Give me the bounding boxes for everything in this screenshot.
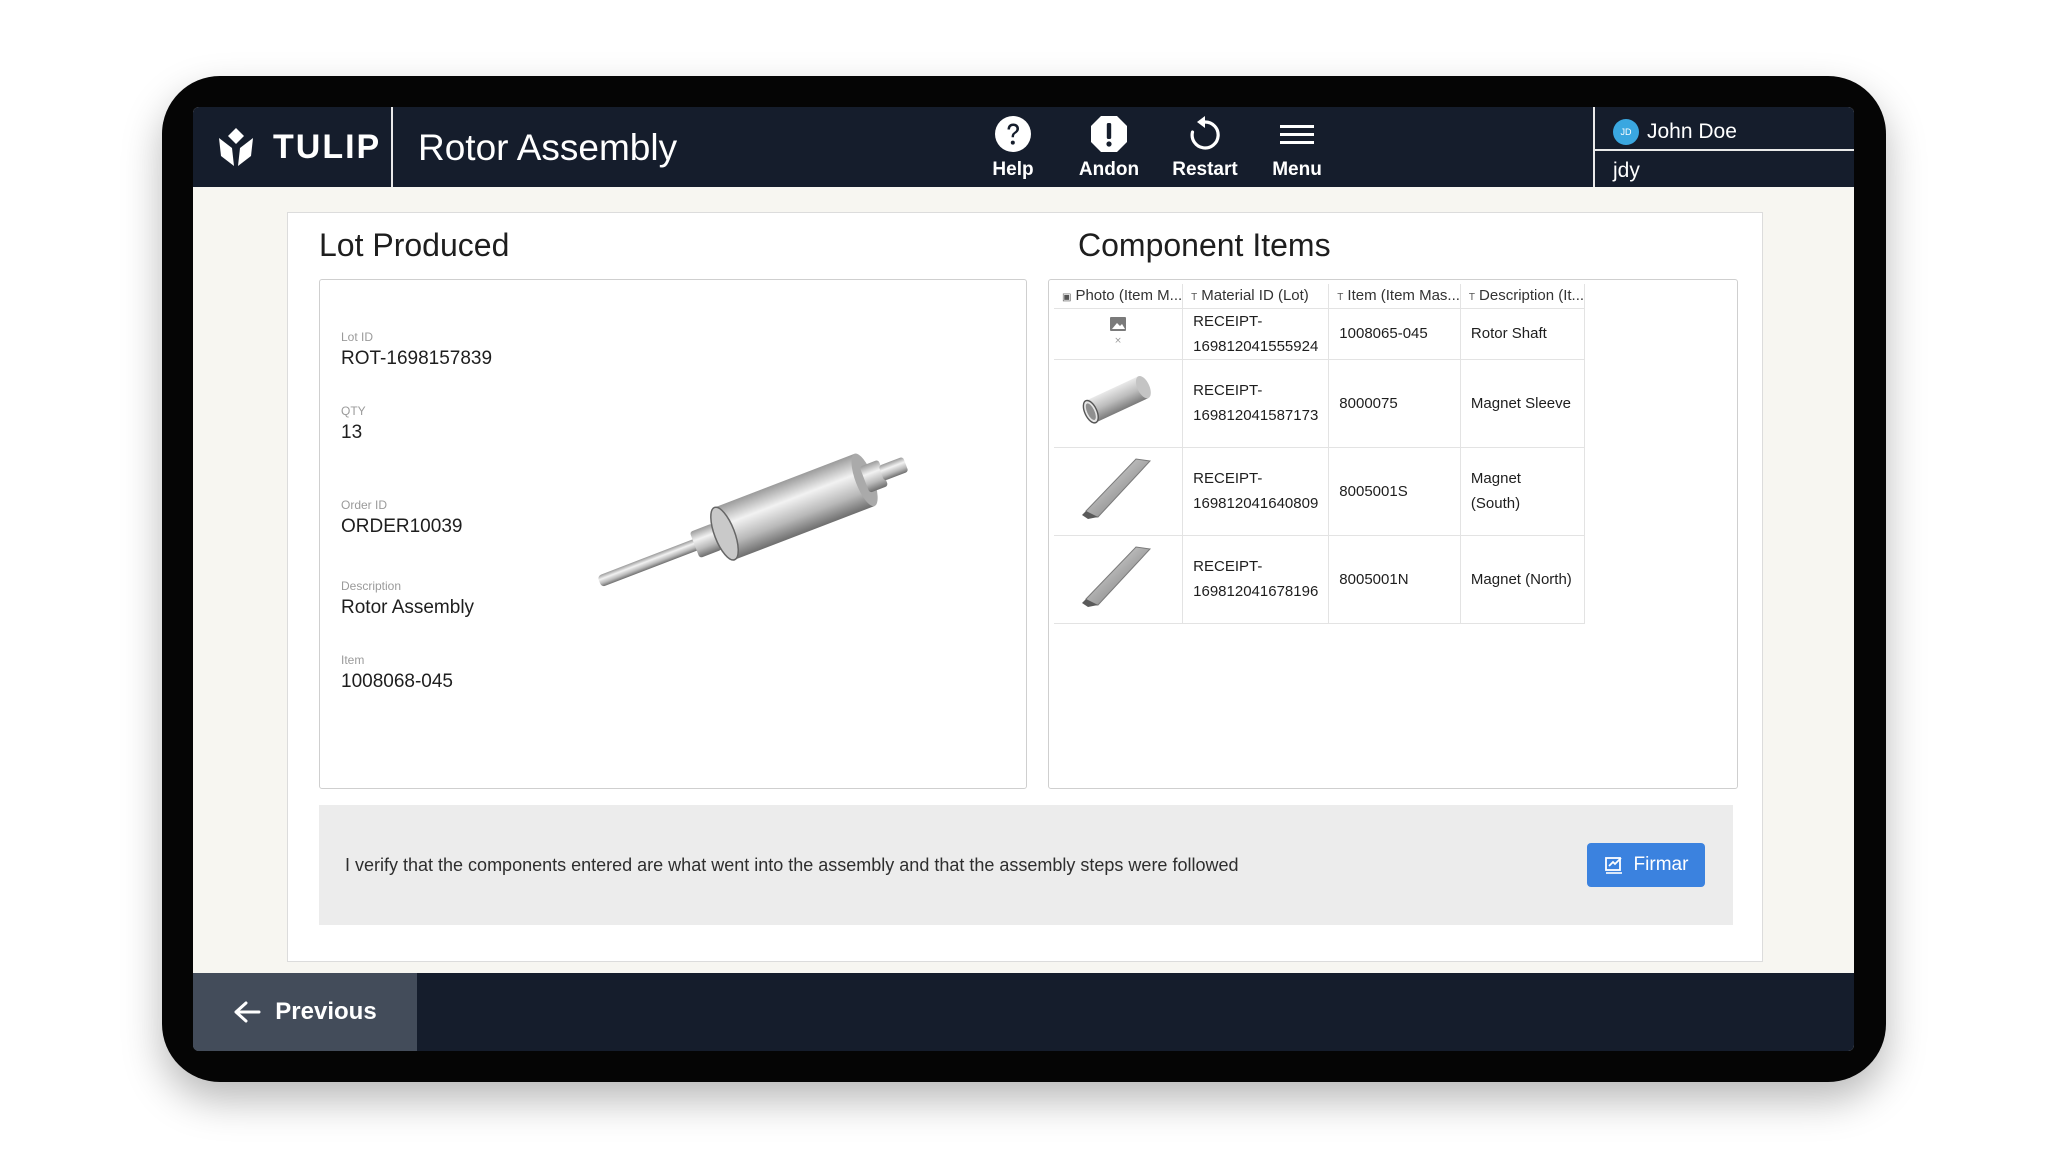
qty-value: 13 <box>341 422 363 443</box>
item-cell: 8005001S <box>1328 447 1461 536</box>
previous-label: Previous <box>275 998 377 1025</box>
svg-text:×: × <box>1114 336 1122 345</box>
material-cell: RECEIPT- 169812041587173 <box>1182 359 1330 448</box>
column-header-photo[interactable]: ▣ Photo (Item M... <box>1054 284 1184 309</box>
lot-id-label: Lot ID <box>341 330 374 344</box>
table-row[interactable]: RECEIPT- 169812041640809 8005001S Magnet … <box>1054 447 1586 536</box>
order-id-label: Order ID <box>341 498 388 512</box>
avatar: JD <box>1613 119 1639 145</box>
item-value: 1008068-045 <box>341 671 453 692</box>
andon-button[interactable]: Andon <box>1067 113 1151 185</box>
description-label: Description <box>341 579 402 593</box>
arrow-left-icon <box>234 1001 261 1023</box>
missing-image-icon: × <box>1110 316 1127 346</box>
column-header-item[interactable]: T Item (Item Mas... <box>1328 284 1461 309</box>
help-button[interactable]: Help <box>971 113 1055 185</box>
item-label: Item <box>341 653 365 667</box>
photo-cell <box>1054 447 1184 536</box>
magnet-sleeve-image <box>1082 375 1151 424</box>
description-cell: Magnet (North) <box>1460 535 1586 624</box>
magnet-north-image <box>1082 546 1152 607</box>
verification-box: I verify that the components entered are… <box>319 805 1733 925</box>
table-row[interactable]: RECEIPT- 169812041587173 8000075 Magnet S… <box>1054 359 1586 448</box>
menu-icon <box>1280 125 1314 144</box>
tulip-logo-icon <box>219 128 253 166</box>
app-footer: Previous <box>193 973 1854 1051</box>
app-title: Rotor Assembly <box>418 127 678 168</box>
lot-produced-card: Lot ID ROT-1698157839 QTY 13 Order ID OR… <box>319 279 1027 789</box>
item-cell: 8000075 <box>1328 359 1461 448</box>
restart-icon <box>1190 116 1220 150</box>
description-value: Rotor Assembly <box>341 597 475 618</box>
lot-id-value: ROT-1698157839 <box>341 348 493 369</box>
table-row[interactable]: × RECEIPT- 169812041555924 1008065-045 Ro… <box>1054 308 1586 360</box>
photo-cell <box>1054 535 1184 624</box>
help-icon <box>995 116 1031 152</box>
menu-label: Menu <box>1272 159 1322 180</box>
order-id-value: ORDER10039 <box>341 516 463 537</box>
description-cell: Rotor Shaft <box>1460 308 1586 360</box>
column-header-material[interactable]: T Material ID (Lot) <box>1182 284 1330 309</box>
header-divider <box>391 107 393 187</box>
main-panel: Lot Produced Component Items Lot ID ROT-… <box>287 212 1763 962</box>
component-table: ▣ Photo (Item M... T Material ID (Lot) T It… <box>1054 284 1586 624</box>
user-name: John Doe <box>1647 120 1737 143</box>
table-row[interactable]: RECEIPT- 169812041678196 8005001N Magnet … <box>1054 535 1586 624</box>
sign-button[interactable]: Firmar <box>1587 843 1705 887</box>
andon-icon <box>1091 116 1127 152</box>
verification-text: I verify that the components entered are… <box>345 855 1239 875</box>
restart-button[interactable]: Restart <box>1163 113 1247 185</box>
user-panel[interactable]: JD John Doe jdy <box>1593 107 1854 187</box>
user-divider <box>1595 149 1854 151</box>
column-header-description[interactable]: T Description (It... <box>1460 284 1586 309</box>
photo-cell: × <box>1054 308 1184 360</box>
material-cell: RECEIPT- 169812041555924 <box>1182 308 1330 360</box>
material-cell: RECEIPT- 169812041640809 <box>1182 447 1330 536</box>
item-cell: 1008065-045 <box>1328 308 1461 360</box>
menu-button[interactable]: Menu <box>1255 113 1339 185</box>
tulip-logo: TULIP <box>217 107 381 187</box>
app-screen: TULIP Rotor Assembly Help Andon Restart … <box>193 107 1854 1051</box>
component-items-title: Component Items <box>1078 227 1331 263</box>
signature-icon <box>1604 857 1622 874</box>
restart-label: Restart <box>1172 159 1238 180</box>
item-cell: 8005001N <box>1328 535 1461 624</box>
help-label: Help <box>992 159 1034 180</box>
photo-cell <box>1054 359 1184 448</box>
material-cell: RECEIPT- 169812041678196 <box>1182 535 1330 624</box>
qty-label: QTY <box>341 404 366 418</box>
previous-button[interactable]: Previous <box>193 973 417 1051</box>
lot-produced-title: Lot Produced <box>319 227 510 263</box>
rotor-assembly-image <box>598 453 908 587</box>
description-cell: Magnet Sleeve <box>1460 359 1586 448</box>
andon-label: Andon <box>1078 159 1140 180</box>
app-header: TULIP Rotor Assembly Help Andon Restart … <box>193 107 1854 187</box>
user-id: jdy <box>1613 159 1640 182</box>
logo-text: TULIP <box>273 127 382 166</box>
sign-label: Firmar <box>1633 854 1689 875</box>
magnet-south-image <box>1082 458 1152 519</box>
description-cell: Magnet (South) <box>1460 447 1586 536</box>
component-items-card: ▣ Photo (Item M... T Material ID (Lot) T It… <box>1048 279 1738 789</box>
